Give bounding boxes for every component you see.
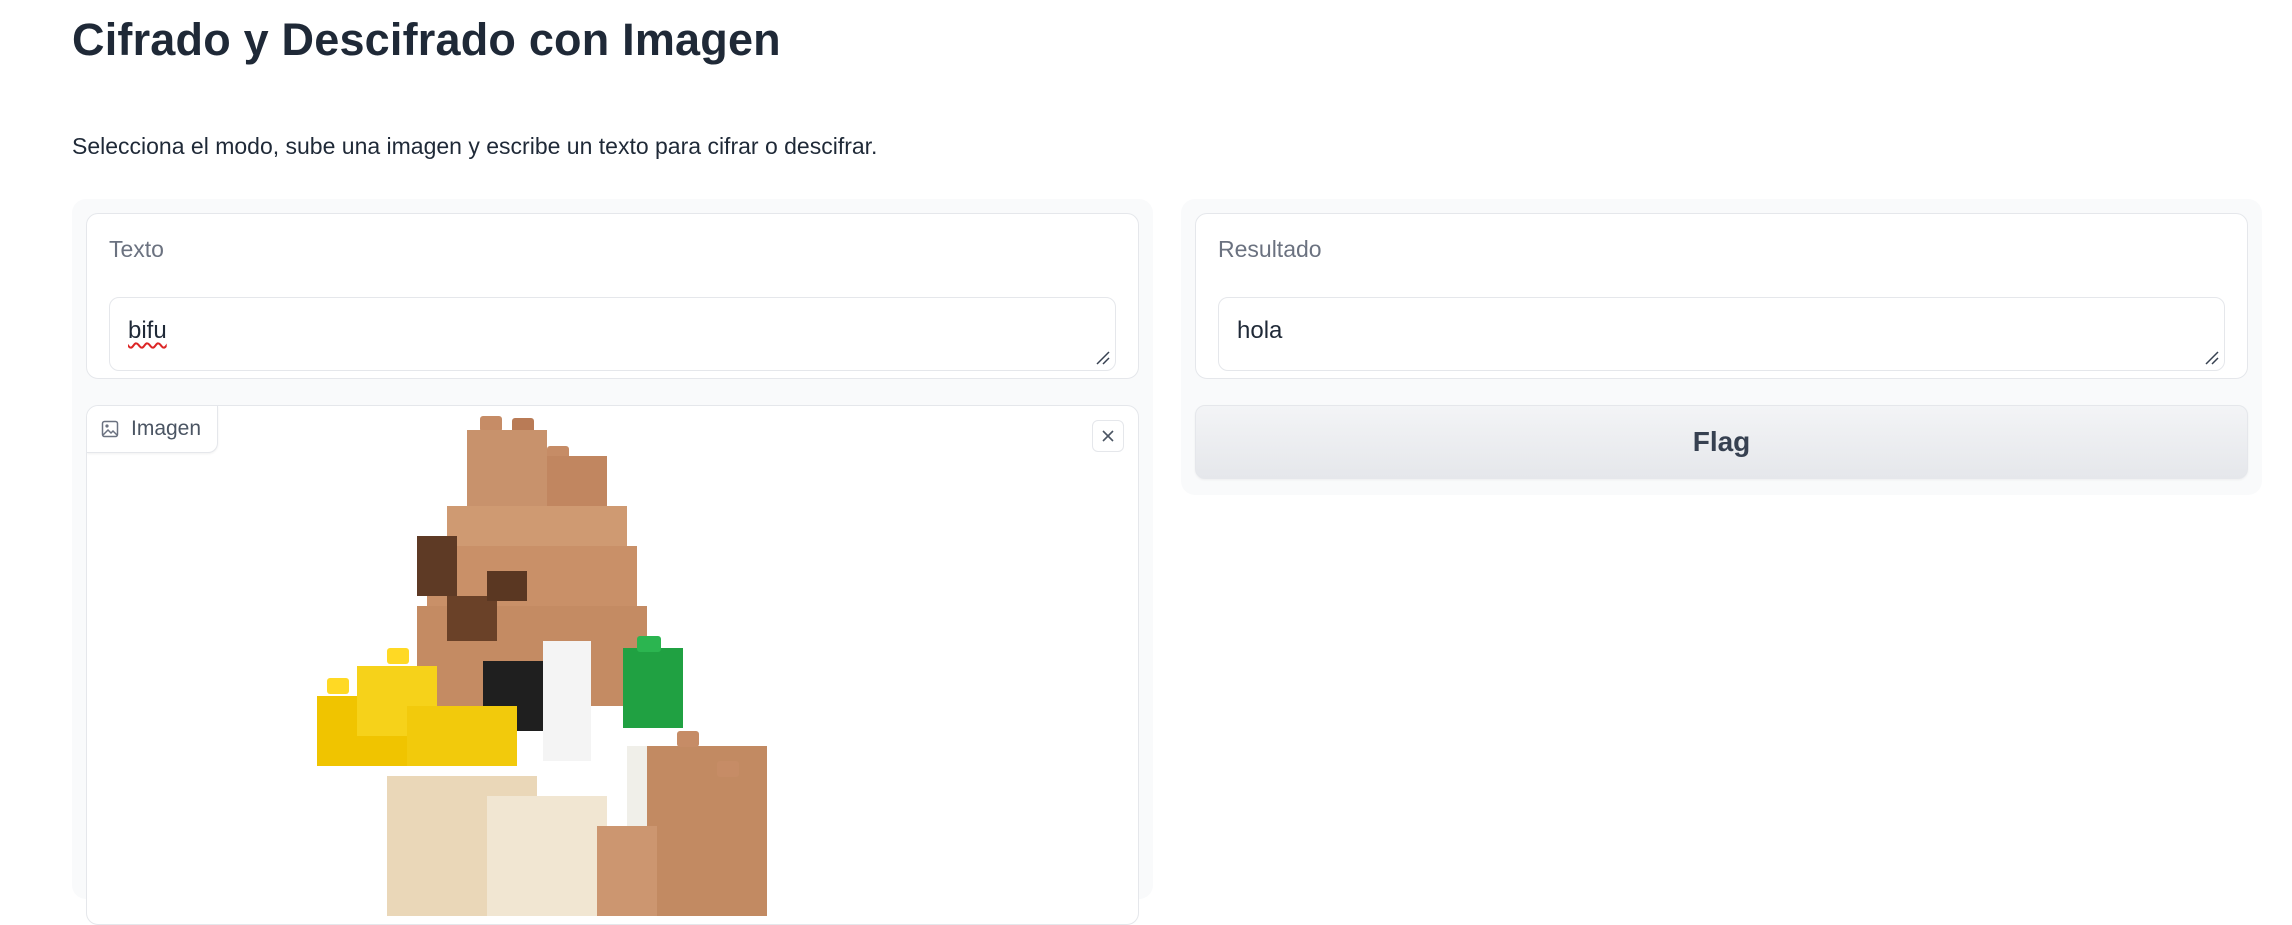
page-title: Cifrado y Descifrado con Imagen	[72, 14, 781, 65]
page-description: Selecciona el modo, sube una imagen y es…	[72, 133, 878, 159]
text-input-label: Texto	[109, 236, 164, 262]
text-input-value: bifu	[128, 317, 167, 344]
result-field[interactable]: hola	[1218, 297, 2225, 371]
result-value: hola	[1237, 317, 1283, 344]
text-input-card: Texto bifu	[86, 213, 1139, 379]
resize-handle-icon[interactable]	[2204, 350, 2220, 366]
text-input-field[interactable]: bifu	[109, 297, 1116, 371]
close-icon	[1102, 430, 1114, 442]
resize-handle-icon[interactable]	[1095, 350, 1111, 366]
result-card: Resultado hola	[1195, 213, 2248, 379]
image-icon	[101, 420, 119, 438]
image-label: Imagen	[131, 417, 202, 440]
clear-image-button[interactable]	[1092, 420, 1124, 452]
result-label: Resultado	[1218, 236, 1322, 262]
uploaded-image	[317, 416, 767, 916]
input-column: Texto bifu Imagen	[72, 199, 1153, 925]
output-column: Resultado hola Flag	[1181, 199, 2262, 495]
image-label-tag: Imagen	[87, 406, 219, 453]
flag-button[interactable]: Flag	[1195, 405, 2248, 479]
image-upload-card[interactable]: Imagen	[86, 405, 1139, 925]
